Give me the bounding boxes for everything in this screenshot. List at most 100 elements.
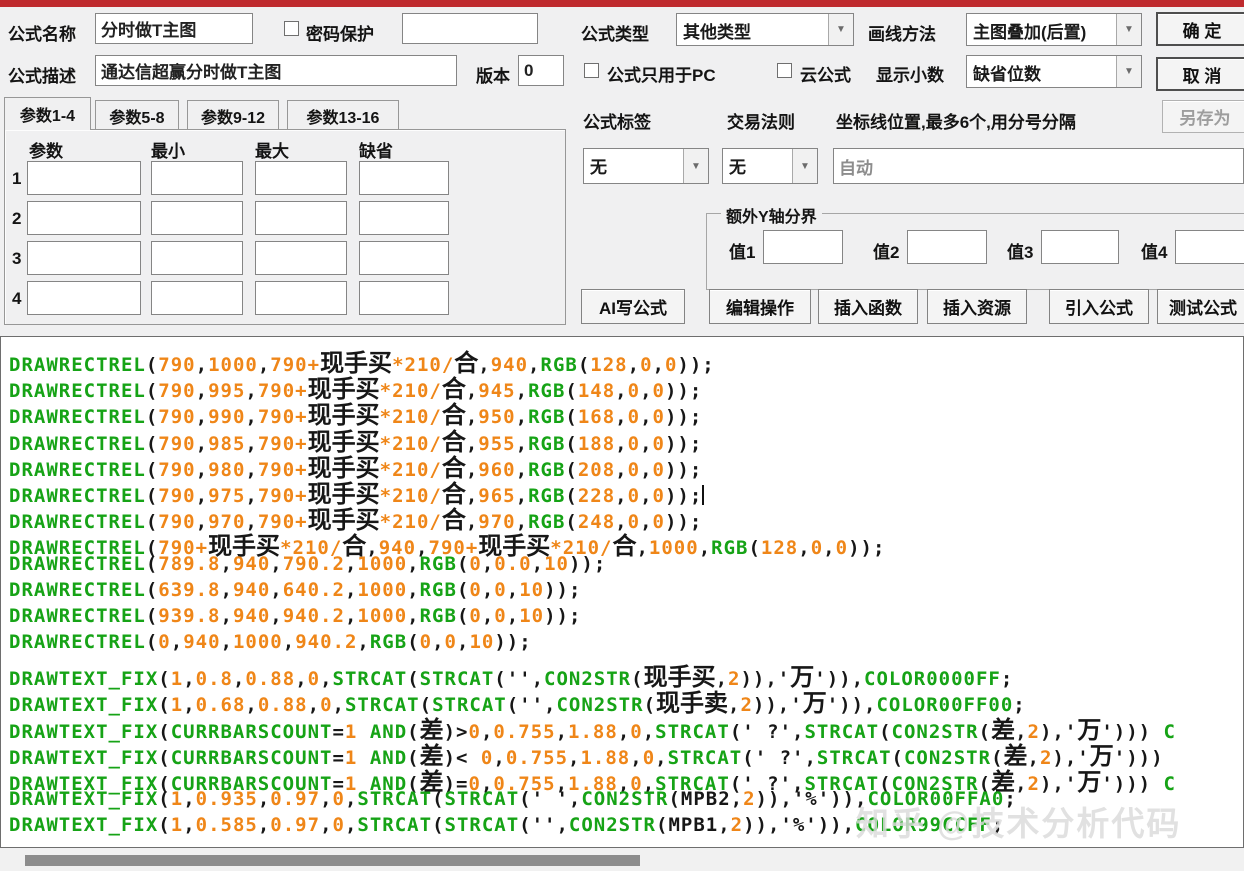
code-token: ,	[481, 578, 495, 601]
param-default-input-row3[interactable]	[359, 241, 449, 275]
decimals-select[interactable]: 缺省位数 ▼	[966, 55, 1142, 88]
param-min-input-row2[interactable]	[151, 201, 243, 235]
code-token: 1	[170, 788, 184, 811]
formula-type-value: 其他类型	[683, 23, 751, 42]
chevron-down-icon[interactable]: ▼	[1116, 14, 1141, 45]
tab-params-9-12[interactable]: 参数9-12	[187, 100, 279, 130]
code-line: DRAWTEXT_FIX(CURRBARSCOUNT=1 AND(差)=0,0.…	[9, 762, 1243, 796]
code-token: ,	[531, 552, 545, 575]
param-name-input-row4[interactable]	[27, 281, 141, 315]
y-value4-input[interactable]	[1175, 230, 1244, 264]
scrollbar-thumb[interactable]	[25, 855, 640, 866]
chevron-down-icon[interactable]: ▼	[792, 149, 817, 183]
param-min-input-row1[interactable]	[151, 161, 243, 195]
code-token: 789.8	[158, 552, 221, 575]
code-token: 0.0	[494, 552, 532, 575]
version-input[interactable]	[518, 55, 564, 86]
param-min-input-row3[interactable]	[151, 241, 243, 275]
code-line: DRAWTEXT_FIX(CURRBARSCOUNT=1 AND(差)< 0,0…	[9, 736, 1243, 770]
param-name-input-row3[interactable]	[27, 241, 141, 275]
code-token: 0	[469, 604, 482, 627]
code-token: ,	[270, 578, 283, 601]
cloud-formula-checkbox[interactable]	[777, 63, 792, 78]
y-value2-input[interactable]	[907, 230, 987, 264]
chevron-down-icon[interactable]: ▼	[1116, 56, 1141, 87]
param-max-input-row4[interactable]	[255, 281, 347, 315]
pc-only-checkbox[interactable]	[584, 63, 599, 78]
edit-operations-button[interactable]: 编辑操作	[709, 289, 811, 324]
param-row-number: 2	[12, 209, 22, 228]
code-token: STRCAT	[357, 814, 433, 837]
code-token: ,	[636, 537, 649, 560]
cancel-button[interactable]: 取 消	[1156, 57, 1244, 91]
tab-params-1-4[interactable]: 参数1-4	[4, 97, 91, 130]
y-value3-label: 值3	[1007, 243, 1034, 262]
param-max-input-row1[interactable]	[255, 161, 347, 195]
password-input[interactable]	[402, 13, 538, 44]
code-token: C	[1163, 720, 1176, 743]
formula-type-select[interactable]: 其他类型 ▼	[676, 13, 854, 46]
code-token: )),'%')),	[755, 788, 868, 811]
draw-method-select[interactable]: 主图叠加(后置) ▼	[966, 13, 1142, 46]
formula-desc-input[interactable]	[95, 55, 457, 86]
formula-desc-label: 公式描述	[8, 67, 76, 86]
trade-rule-select[interactable]: 无 ▼	[722, 148, 818, 184]
horizontal-scrollbar[interactable]	[0, 850, 1244, 871]
test-formula-button[interactable]: 测试公式	[1157, 289, 1244, 324]
code-line: DRAWRECTREL(790,990,790+现手买*210/合,950,RG…	[9, 395, 1243, 429]
param-default-input-row2[interactable]	[359, 201, 449, 235]
chevron-down-icon[interactable]: ▼	[828, 14, 853, 45]
code-token: (	[145, 604, 159, 627]
code-token: ,	[220, 604, 233, 627]
code-token: ,	[220, 578, 233, 601]
formula-tag-select[interactable]: 无 ▼	[583, 148, 709, 184]
ok-button[interactable]: 确 定	[1156, 12, 1244, 46]
save-as-button[interactable]: 另存为	[1162, 100, 1244, 133]
code-token: ,	[344, 788, 358, 811]
code-token: ,	[506, 604, 520, 627]
code-token: 10	[519, 578, 545, 601]
coord-line-input[interactable]	[833, 148, 1244, 184]
insert-function-button[interactable]: 插入函数	[818, 289, 918, 324]
extra-y-axis-title: 额外Y轴分界	[721, 203, 822, 227]
param-max-input-row2[interactable]	[255, 201, 347, 235]
param-panel: 参数 最小 最大 缺省 1 2 3 4	[4, 129, 566, 325]
code-token: ,	[282, 631, 296, 654]
code-token: STRCAT	[444, 788, 520, 811]
formula-name-input[interactable]	[95, 13, 253, 44]
tab-params-5-8[interactable]: 参数5-8	[95, 100, 179, 130]
code-token: )),'%')),	[743, 814, 856, 837]
param-name-input-row2[interactable]	[27, 201, 141, 235]
code-token: 万	[1077, 768, 1102, 796]
code-line: DRAWRECTREL(939.8,940,940.2,1000,RGB(0,0…	[9, 605, 1243, 631]
code-editor[interactable]: DRAWRECTREL(790,1000,790+现手买*210/合,940,R…	[0, 336, 1244, 848]
insert-resource-button[interactable]: 插入资源	[927, 289, 1027, 324]
code-token: ,	[506, 578, 520, 601]
code-token: ,	[170, 631, 184, 654]
code-token: STRCAT	[357, 788, 433, 811]
import-formula-button[interactable]: 引入公式	[1049, 289, 1149, 324]
param-default-input-row4[interactable]	[359, 281, 449, 315]
param-max-input-row3[interactable]	[255, 241, 347, 275]
y-value1-input[interactable]	[763, 230, 843, 264]
decimals-value: 缺省位数	[973, 65, 1041, 84]
code-token: ));	[568, 552, 607, 575]
code-token: ,	[1015, 773, 1028, 795]
chevron-down-icon[interactable]: ▼	[683, 149, 708, 183]
password-protect-checkbox[interactable]	[284, 21, 299, 36]
code-token: ,	[220, 552, 233, 575]
code-token: (	[456, 578, 470, 601]
code-token: 合	[612, 532, 637, 561]
code-token: 939.8	[158, 604, 221, 627]
code-token: 1000	[357, 578, 408, 601]
tab-params-13-16[interactable]: 参数13-16	[287, 100, 399, 130]
param-min-input-row4[interactable]	[151, 281, 243, 315]
code-token: ,	[457, 631, 470, 654]
code-token: 940	[232, 552, 271, 575]
param-default-input-row1[interactable]	[359, 161, 449, 195]
code-token: 0	[469, 578, 482, 601]
ai-write-formula-button[interactable]: AI写公式	[581, 289, 685, 324]
code-token: ,	[432, 631, 445, 654]
param-name-input-row1[interactable]	[27, 161, 141, 195]
y-value3-input[interactable]	[1041, 230, 1119, 264]
